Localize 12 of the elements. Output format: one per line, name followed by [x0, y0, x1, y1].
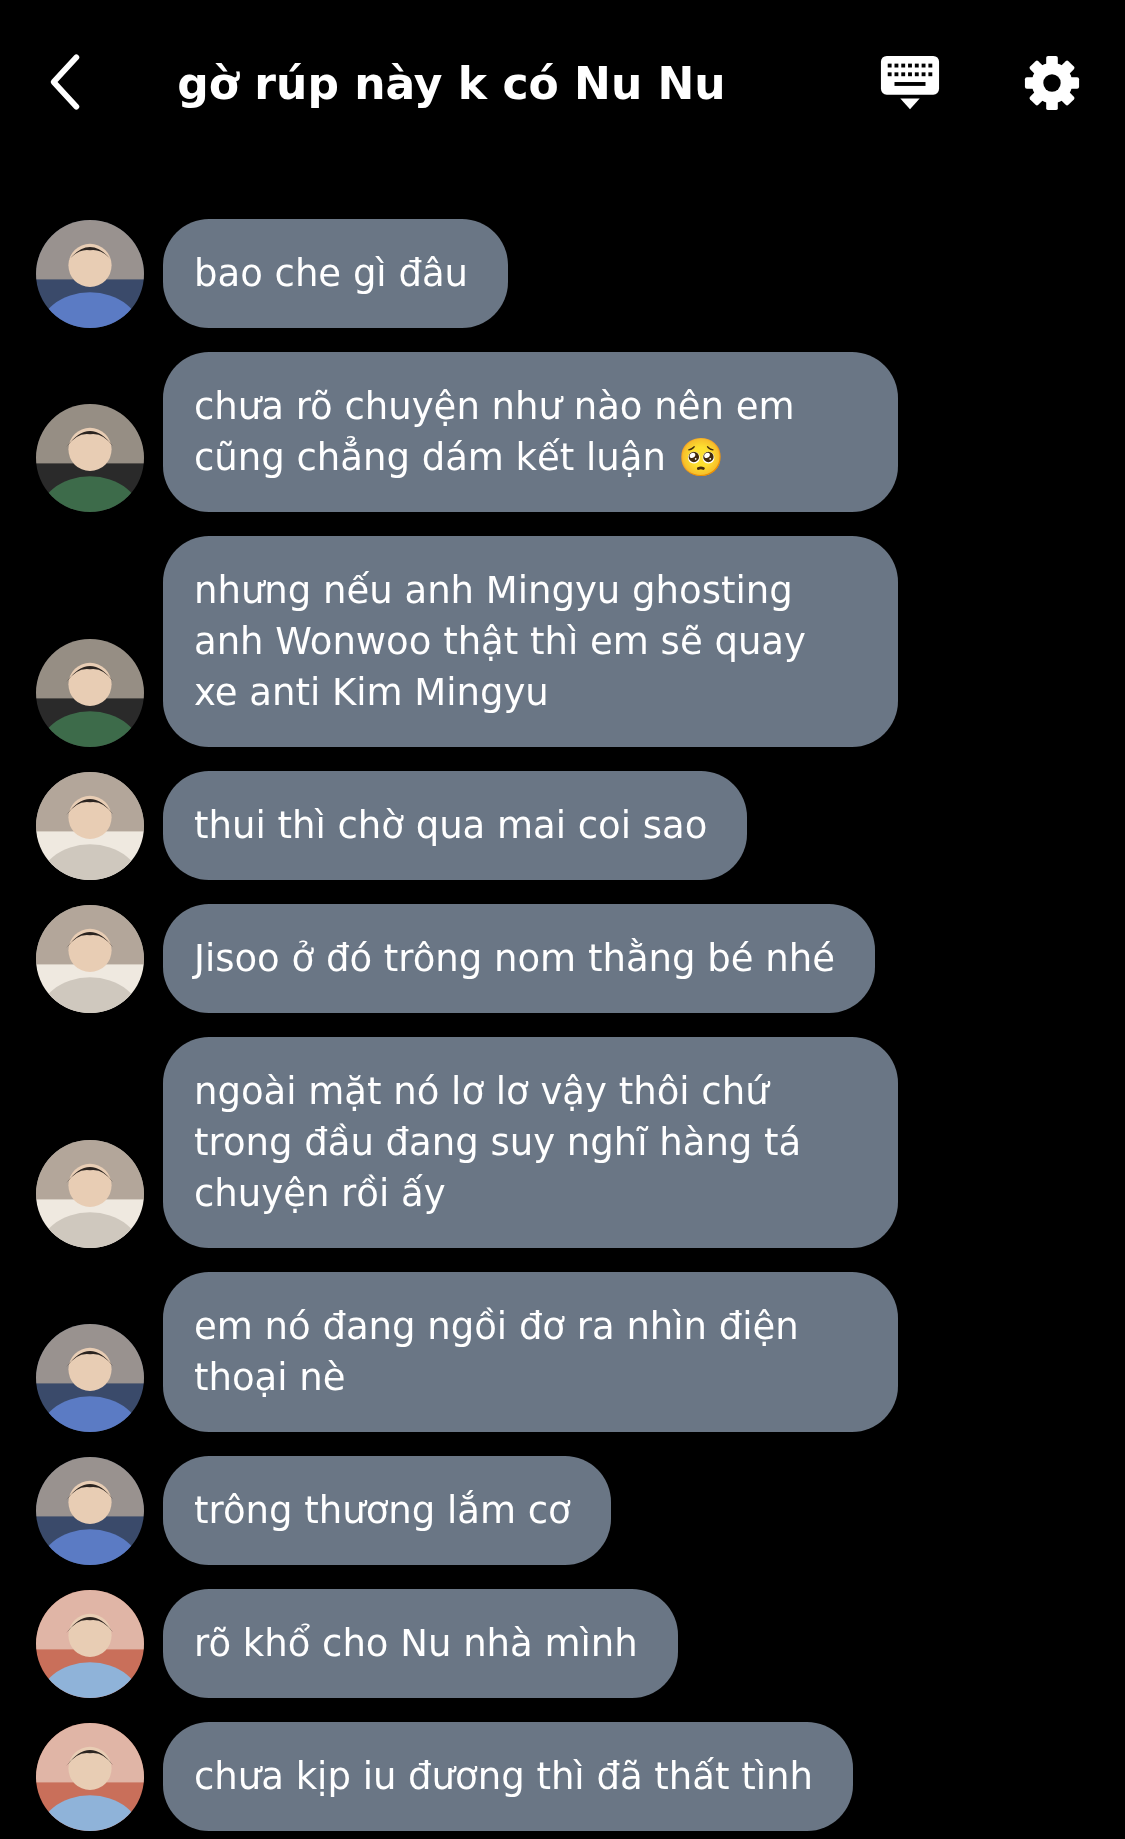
message-bubble: Jisoo ở đó trông nom thằng bé nhé [163, 904, 875, 1013]
message-bubble: bao che gì đâu [163, 219, 508, 328]
message-bubble: trông thương lắm cơ [163, 1456, 611, 1565]
message-bubble: rõ khổ cho Nu nhà mình [163, 1589, 678, 1698]
chat-title: gờ rúp này k có Nu Nu [176, 57, 727, 109]
settings-icon[interactable] [1023, 54, 1081, 112]
message-bubble: em nó đang ngồi đơ ra nhìn điện thoại nè [163, 1272, 898, 1432]
message-bubble: ngoài mặt nó lơ lơ vậy thôi chứ trong đầu đang suy nghĩ hàng tá chuyện rồi ấy [163, 1037, 898, 1248]
message-bubble: thui thì chờ qua mai coi sao [163, 771, 748, 880]
message-bubble: chưa rõ chuyện như nào nên em cũng chẳng dám kết luận 🥺 [163, 352, 898, 512]
message-bubble: nhưng nếu anh Mingyu ghosting anh Wonwoo thật thì em sẽ quay xe anti Kim Mingyu [163, 536, 898, 747]
message-bubble: chưa kịp iu đương thì đã thất tình [163, 1722, 853, 1831]
